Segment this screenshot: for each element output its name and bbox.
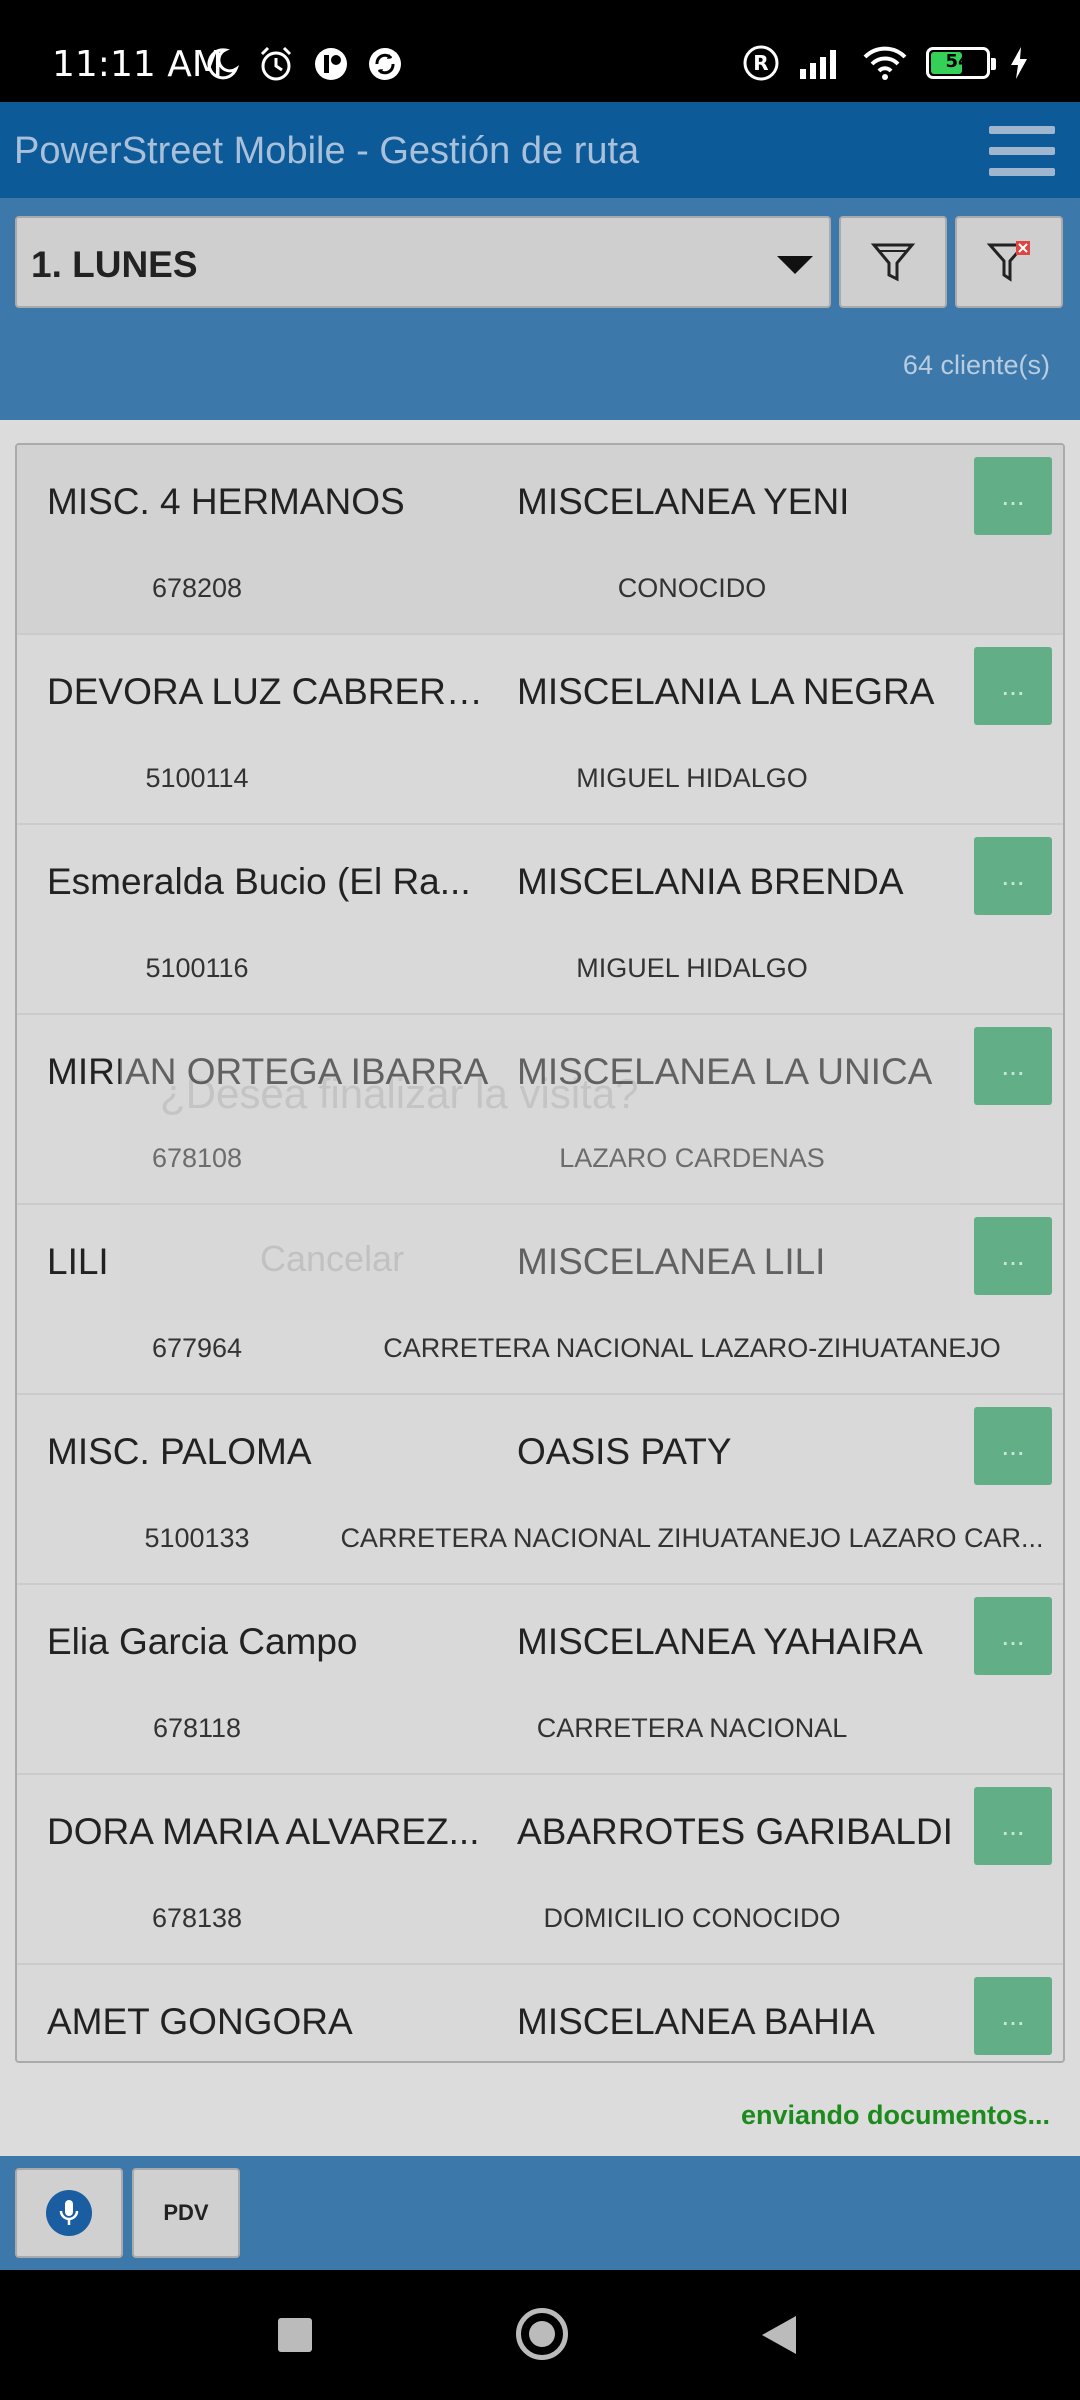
bottom-toolbar: PDV: [0, 2156, 1080, 2270]
app-title: PowerStreet Mobile - Gestión de ruta: [14, 130, 640, 172]
client-address: CONOCIDO: [617, 573, 767, 603]
store-name: MISCELANEA YAHAIRA: [517, 1621, 923, 1662]
status-time: 11:11 AM: [52, 44, 223, 85]
more-options-button[interactable]: ...: [974, 1787, 1052, 1865]
filter-panel: 1. LUNES 64 cliente(s): [0, 198, 1080, 420]
store-name: MISCELANEA YENI: [517, 481, 850, 522]
menu-icon[interactable]: [989, 126, 1055, 176]
client-row[interactable]: MISC. 4 HERMANOS MISCELANEA YENI 678208 …: [17, 445, 1063, 635]
more-options-button[interactable]: ...: [974, 1027, 1052, 1105]
microphone-icon: [46, 2190, 92, 2236]
store-name: MISCELANIA LA NEGRA: [517, 671, 935, 712]
client-name: MIRIAN ORTEGA IBARRA: [47, 1051, 489, 1092]
clear-filter-button[interactable]: [955, 216, 1063, 308]
voice-button[interactable]: [15, 2168, 123, 2258]
store-name: ABARROTES GARIBALDI: [517, 1811, 953, 1852]
client-name: DEVORA LUZ CABRERA...: [47, 671, 497, 712]
alarm-icon: [260, 46, 292, 81]
chevron-down-icon: [777, 256, 813, 274]
client-count: 64 cliente(s): [902, 350, 1050, 380]
store-name: OASIS PATY: [517, 1431, 732, 1472]
filter-icon: [870, 243, 916, 282]
more-options-button[interactable]: ...: [974, 1597, 1052, 1675]
signal-icon: [800, 50, 836, 79]
client-code: 677964: [151, 1333, 243, 1363]
pdv-button[interactable]: PDV: [132, 2168, 240, 2258]
client-name: Esmeralda Bucio (El Ra...: [47, 861, 471, 902]
client-code: 5100133: [144, 1523, 250, 1553]
client-address: LAZARO CARDENAS: [559, 1143, 825, 1173]
client-row[interactable]: DEVORA LUZ CABRERA... MISCELANIA LA NEGR…: [17, 635, 1063, 825]
client-row[interactable]: DORA MARIA ALVAREZ... ABARROTES GARIBALD…: [17, 1775, 1063, 1965]
app-bar: PowerStreet Mobile - Gestión de ruta: [0, 102, 1080, 198]
client-name: LILI: [47, 1241, 109, 1282]
client-code: 678118: [152, 1713, 242, 1743]
more-options-button[interactable]: ...: [974, 837, 1052, 915]
more-options-button[interactable]: ...: [974, 1217, 1052, 1295]
wifi-icon: [863, 46, 907, 80]
client-name: AMET GONGORA: [47, 2001, 353, 2042]
status-bar: 11:11 AM R 54: [0, 0, 1080, 102]
client-name: MISC. 4 HERMANOS: [47, 481, 405, 522]
more-options-button[interactable]: ...: [974, 1977, 1052, 2055]
battery-icon: 54: [926, 47, 996, 79]
more-options-button[interactable]: ...: [974, 1407, 1052, 1485]
recents-icon[interactable]: [278, 2318, 312, 2352]
client-row[interactable]: Elia Garcia Campo MISCELANEA YAHAIRA 678…: [17, 1585, 1063, 1775]
client-row[interactable]: MIRIAN ORTEGA IBARRA MISCELANEA LA UNICA…: [17, 1015, 1063, 1205]
client-code: 678138: [151, 1903, 243, 1933]
svg-text:R: R: [753, 51, 768, 75]
back-icon[interactable]: [762, 2316, 796, 2354]
client-address: MIGUEL HIDALGO: [576, 763, 808, 793]
client-row[interactable]: MISC. PALOMA OASIS PATY 5100133 CARRETER…: [17, 1395, 1063, 1585]
client-row[interactable]: Esmeralda Bucio (El Ra... MISCELANIA BRE…: [17, 825, 1063, 1015]
client-address: DOMICILIO CONOCIDO: [543, 1903, 841, 1933]
client-code: 5100116: [145, 953, 249, 983]
client-address: CARRETERA NACIONAL: [536, 1713, 848, 1743]
clear-filter-icon: [986, 241, 1030, 282]
store-name: MISCELANEA LA UNICA: [517, 1051, 933, 1092]
client-row[interactable]: LILI MISCELANEA LILI 677964 CARRETERA NA…: [17, 1205, 1063, 1395]
filter-button[interactable]: [839, 216, 947, 308]
home-icon[interactable]: [516, 2308, 568, 2360]
client-code: 5100114: [145, 763, 249, 793]
client-row[interactable]: AMET GONGORA MISCELANEA BAHIA ...: [17, 1965, 1063, 2061]
client-code: 678108: [151, 1143, 243, 1173]
store-name: MISCELANIA BRENDA: [517, 861, 904, 902]
client-address: MIGUEL HIDALGO: [576, 953, 808, 983]
sync-icon: [369, 48, 401, 80]
pdv-label: PDV: [163, 2200, 209, 2225]
app-notif-icon: [315, 48, 347, 80]
status-message: enviando documentos...: [740, 2100, 1050, 2130]
store-name: MISCELANEA LILI: [517, 1241, 826, 1282]
client-address: CARRETERA NACIONAL ZIHUATANEJO LAZARO CA…: [340, 1523, 1044, 1553]
registered-icon: R: [743, 45, 779, 81]
client-name: MISC. PALOMA: [47, 1431, 312, 1472]
client-list[interactable]: MISC. 4 HERMANOS MISCELANEA YENI 678208 …: [15, 443, 1065, 2063]
client-name: Elia Garcia Campo: [47, 1621, 358, 1662]
day-dropdown[interactable]: 1. LUNES: [15, 216, 831, 308]
moon-icon: [207, 48, 239, 80]
client-address: CARRETERA NACIONAL LAZARO-ZIHUATANEJO: [383, 1333, 1001, 1363]
more-options-button[interactable]: ...: [974, 647, 1052, 725]
system-nav-bar: [0, 2270, 1080, 2400]
charging-icon: [1011, 47, 1027, 79]
more-options-button[interactable]: ...: [974, 457, 1052, 535]
client-code: 678208: [151, 573, 243, 603]
store-name: MISCELANEA BAHIA: [517, 2001, 875, 2042]
client-name: DORA MARIA ALVAREZ...: [47, 1811, 480, 1852]
day-dropdown-value: 1. LUNES: [31, 244, 198, 285]
